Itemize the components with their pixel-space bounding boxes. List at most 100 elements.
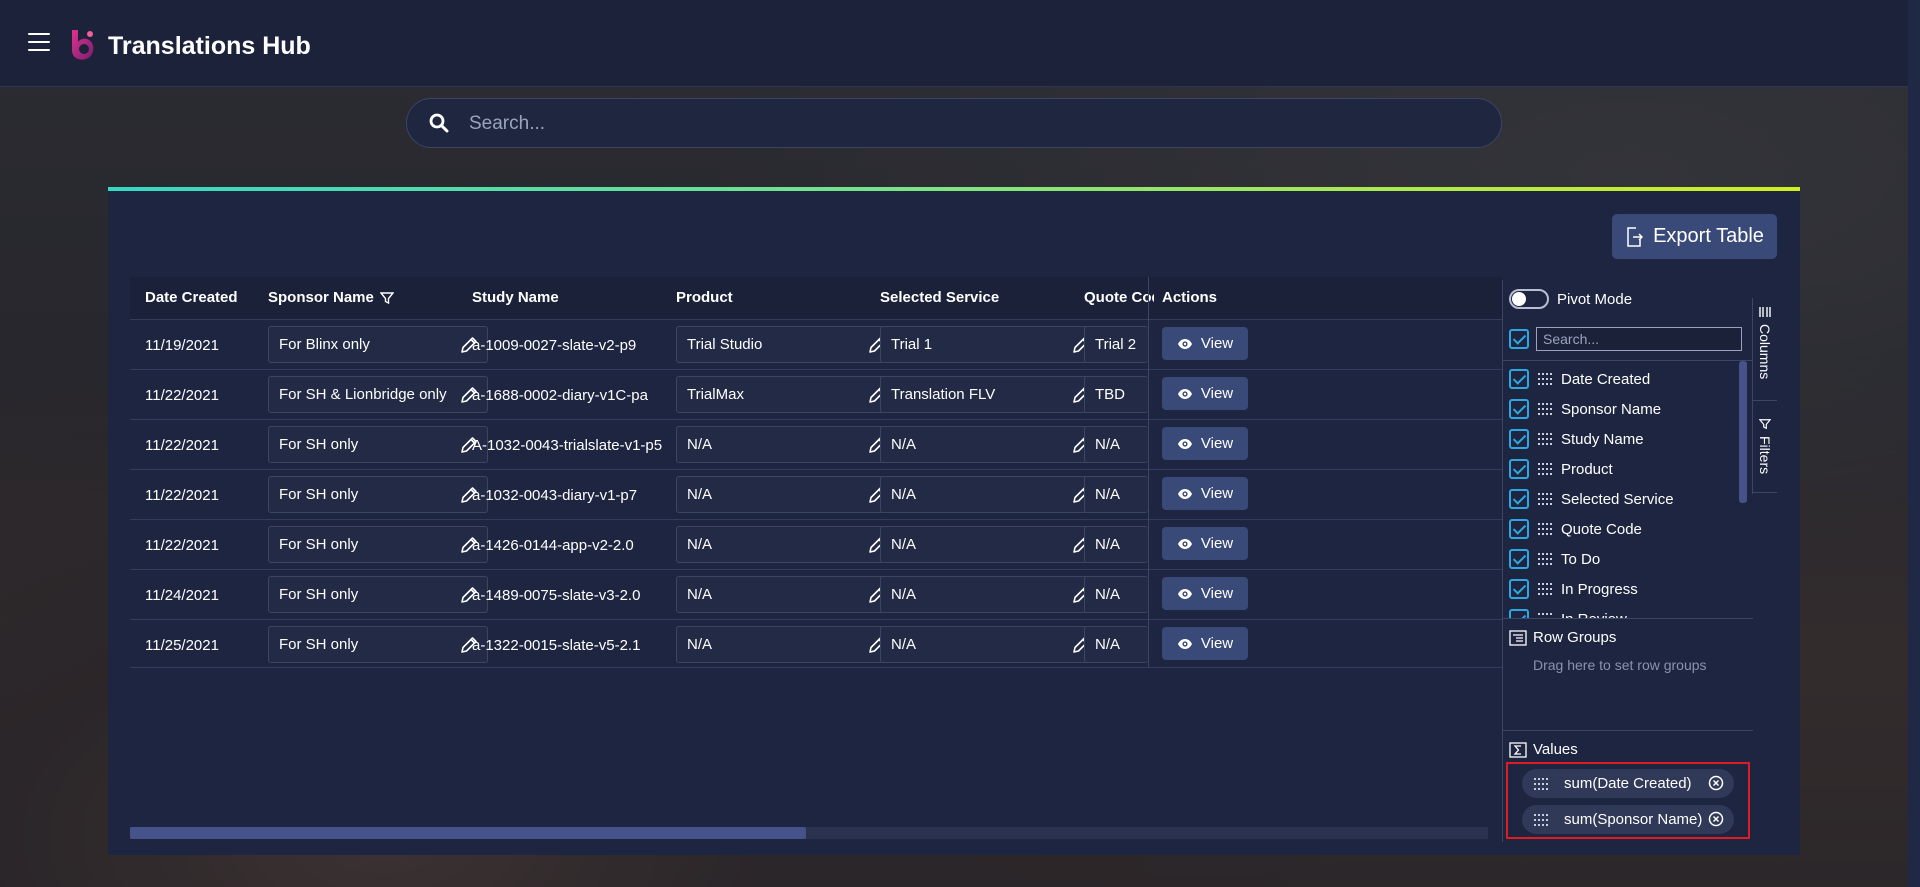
sigma-icon [1509, 741, 1527, 758]
cell-selected-service[interactable]: N/A [880, 626, 1100, 663]
value-pill[interactable]: sum(Date Created) [1522, 769, 1734, 798]
column-list-item[interactable]: Date Created [1509, 364, 1650, 394]
search-input[interactable] [469, 109, 1469, 139]
column-checkbox[interactable] [1509, 519, 1529, 539]
column-list-item[interactable]: In Review [1509, 604, 1627, 618]
column-list-item[interactable]: Study Name [1509, 424, 1644, 454]
column-list-scrollbar-thumb[interactable] [1739, 361, 1747, 503]
cell-selected-service[interactable]: N/A [880, 576, 1100, 613]
export-table-button[interactable]: Export Table [1612, 214, 1777, 259]
cell-sponsor-name[interactable]: For SH only [268, 476, 488, 513]
column-list-item[interactable]: Quote Code [1509, 514, 1642, 544]
header-actions[interactable]: Actions [1162, 277, 1217, 319]
pivot-mode-toggle[interactable] [1509, 289, 1549, 309]
column-checkbox[interactable] [1509, 489, 1529, 509]
column-list-item[interactable]: Product [1509, 454, 1613, 484]
cell-quote-code[interactable]: N/A [1084, 426, 1148, 463]
column-checkbox[interactable] [1509, 549, 1529, 569]
menu-icon[interactable] [28, 33, 50, 51]
column-checkbox[interactable] [1509, 579, 1529, 599]
column-list-item[interactable]: To Do [1509, 544, 1600, 574]
table-row[interactable]: 11/24/2021 For SH only a-1489-0075-slate-v… [130, 569, 1502, 619]
column-filter-input[interactable] [1536, 327, 1742, 351]
remove-value-icon[interactable] [1708, 811, 1724, 827]
column-checkbox[interactable] [1509, 429, 1529, 449]
select-all-checkbox[interactable] [1509, 329, 1529, 349]
column-checkbox[interactable] [1509, 609, 1529, 618]
view-button[interactable]: View [1162, 627, 1248, 660]
column-list-item[interactable]: Selected Service [1509, 484, 1674, 514]
tab-columns[interactable]: Columns [1753, 306, 1777, 379]
value-pill[interactable]: sum(Sponsor Name) [1522, 805, 1734, 834]
cell-sponsor-name[interactable]: For SH only [268, 426, 488, 463]
view-button[interactable]: View [1162, 427, 1248, 460]
cell-product[interactable]: N/A [676, 576, 896, 613]
view-button-label: View [1200, 335, 1234, 352]
column-checkbox[interactable] [1509, 459, 1529, 479]
header-product[interactable]: Product [676, 277, 733, 319]
drag-handle-icon[interactable] [1538, 403, 1552, 415]
cell-product[interactable]: N/A [676, 426, 896, 463]
data-grid: Date Created Sponsor Name Study Name Pro… [130, 277, 1502, 817]
cell-selected-service[interactable]: N/A [880, 426, 1100, 463]
drag-handle-icon[interactable] [1538, 553, 1552, 565]
scrollbar-thumb[interactable] [130, 827, 806, 839]
table-row[interactable]: 11/19/2021 For Blinx only a-1009-0027-slat… [130, 319, 1502, 369]
view-button[interactable]: View [1162, 377, 1248, 410]
cell-quote-code[interactable]: N/A [1084, 526, 1148, 563]
drag-handle-icon[interactable] [1538, 493, 1552, 505]
drag-handle-icon[interactable] [1538, 373, 1552, 385]
cell-product[interactable]: N/A [676, 526, 896, 563]
cell-sponsor-name[interactable]: For Blinx only [268, 326, 488, 363]
drag-handle-icon[interactable] [1538, 433, 1552, 445]
header-date-created[interactable]: Date Created [145, 277, 238, 319]
view-button[interactable]: View [1162, 577, 1248, 610]
cell-selected-service[interactable]: N/A [880, 526, 1100, 563]
cell-product[interactable]: TrialMax [676, 376, 896, 413]
drag-handle-icon[interactable] [1538, 583, 1552, 595]
column-label: In Review [1561, 611, 1627, 619]
column-checkbox[interactable] [1509, 399, 1529, 419]
cell-selected-service[interactable]: Translation FLV [880, 376, 1100, 413]
column-label: Sponsor Name [1561, 400, 1662, 418]
table-row[interactable]: 11/25/2021 For SH only a-1322-0015-slate-v… [130, 619, 1502, 669]
cell-quote-code[interactable]: N/A [1084, 576, 1148, 613]
table-row[interactable]: 11/22/2021 For SH only A-1032-0043-trialsl… [130, 419, 1502, 469]
cell-quote-code[interactable]: N/A [1084, 476, 1148, 513]
cell-selected-service[interactable]: Trial 1 [880, 326, 1100, 363]
header-selected-service[interactable]: Selected Service [880, 277, 999, 319]
column-checkbox[interactable] [1509, 369, 1529, 389]
cell-sponsor-name[interactable]: For SH only [268, 626, 488, 663]
header-quote-code[interactable]: Quote Code [1084, 277, 1154, 319]
drag-handle-icon[interactable] [1538, 463, 1552, 475]
selected-service-value: N/A [891, 536, 917, 553]
row-groups-section: Row Groups Drag here to set row groups [1503, 618, 1753, 730]
cell-product[interactable]: N/A [676, 626, 896, 663]
cell-sponsor-name[interactable]: For SH only [268, 576, 488, 613]
drag-handle-icon[interactable] [1534, 813, 1548, 826]
table-row[interactable]: 11/22/2021 For SH & Lionbridge only a-1688… [130, 369, 1502, 419]
header-study-name[interactable]: Study Name [472, 277, 559, 319]
remove-value-icon[interactable] [1708, 775, 1724, 791]
horizontal-scrollbar[interactable] [130, 827, 1488, 839]
table-row[interactable]: 11/22/2021 For SH only a-1426-0144-app-v2-… [130, 519, 1502, 569]
cell-product[interactable]: N/A [676, 476, 896, 513]
cell-sponsor-name[interactable]: For SH & Lionbridge only [268, 376, 488, 413]
drag-handle-icon[interactable] [1534, 777, 1548, 790]
tab-filters[interactable]: Filters [1753, 418, 1777, 474]
cell-sponsor-name[interactable]: For SH only [268, 526, 488, 563]
cell-quote-code[interactable]: N/A [1084, 626, 1148, 663]
column-list-item[interactable]: In Progress [1509, 574, 1638, 604]
view-button[interactable]: View [1162, 327, 1248, 360]
column-list-item[interactable]: Sponsor Name [1509, 394, 1661, 424]
drag-handle-icon[interactable] [1538, 523, 1552, 535]
header-sponsor-name[interactable]: Sponsor Name [268, 277, 394, 319]
view-button[interactable]: View [1162, 527, 1248, 560]
cell-quote-code[interactable]: TBD [1084, 376, 1148, 413]
cell-selected-service[interactable]: N/A [880, 476, 1100, 513]
cell-product[interactable]: Trial Studio [676, 326, 896, 363]
view-button[interactable]: View [1162, 477, 1248, 510]
column-list-scrollbar[interactable] [1739, 361, 1747, 618]
cell-quote-code[interactable]: Trial 2 [1084, 326, 1148, 363]
table-row[interactable]: 11/22/2021 For SH only a-1032-0043-diary-v… [130, 469, 1502, 519]
